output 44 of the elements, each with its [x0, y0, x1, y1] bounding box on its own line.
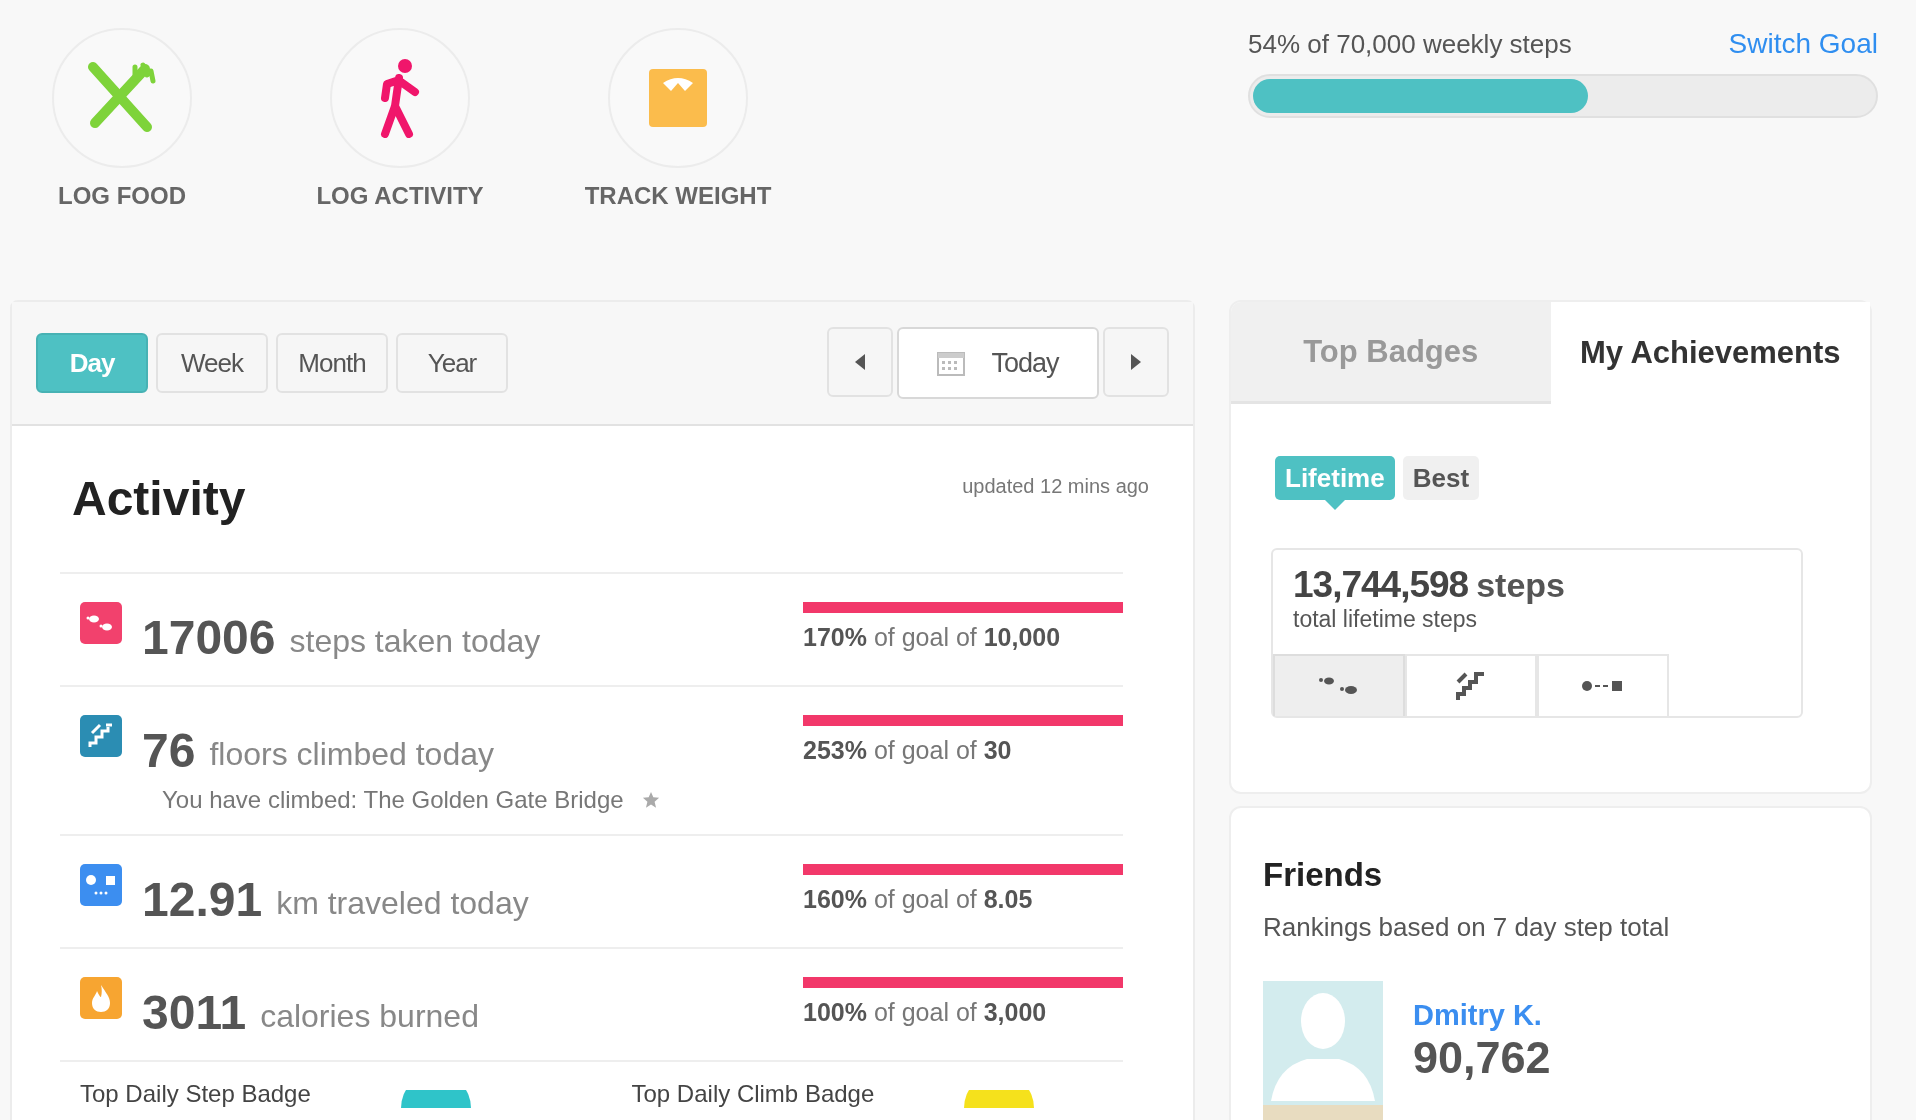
metric-tab[interactable] — [1405, 654, 1537, 716]
friend-steps: 90,762 — [1413, 1032, 1551, 1084]
activity-title: Activity — [72, 470, 246, 526]
climb-note: You have climbed: The Golden Gate Bridge — [162, 786, 624, 814]
metric-label: km traveled today — [276, 885, 529, 922]
updated-time: updated 12 mins ago — [962, 474, 1149, 498]
friends-title: Friends — [1263, 856, 1384, 894]
friends-subtitle: Rankings based on 7 day step total — [1263, 912, 1671, 943]
goal-text: 170% of goal of 10,000 — [803, 623, 1062, 652]
metric-label: steps taken today — [289, 623, 541, 660]
friend-name-link[interactable]: Dmitry K. — [1413, 999, 1551, 1032]
metric-value: 3011 — [142, 985, 247, 1040]
tab-pointer — [1324, 500, 1345, 510]
action-label: TRACK WEIGHT — [584, 182, 772, 210]
date-button[interactable]: Today — [897, 327, 1099, 399]
range-tab[interactable]: Week — [156, 333, 268, 393]
distance-icon — [1581, 679, 1625, 693]
goal-text: 160% of goal of 8.05 — [803, 885, 1034, 914]
metric-label: floors climbed today — [209, 736, 494, 773]
goal-text: 253% of goal of 30 — [803, 736, 1013, 765]
lifetime-steps-caption: total lifetime steps — [1292, 606, 1479, 633]
lifetime-steps-unit: steps — [1476, 566, 1565, 605]
range-tab[interactable]: Year — [396, 333, 508, 393]
right-arrow-icon — [1131, 354, 1141, 370]
badge-title: Top Daily Climb Badge — [631, 1080, 875, 1108]
left-arrow-icon — [855, 354, 865, 370]
scale-icon — [649, 69, 707, 127]
metric-tab[interactable] — [1537, 654, 1669, 716]
goal-text: 100% of goal of 3,000 — [803, 998, 1048, 1027]
metric-value: 17006 — [142, 610, 276, 665]
period-tab[interactable]: Best — [1402, 456, 1480, 500]
action-label: LOG ACTIVITY — [316, 182, 484, 210]
next-button[interactable] — [1103, 327, 1169, 397]
weekly-goal-text: 54% of 70,000 weekly steps — [1248, 29, 1572, 60]
badge-title: Top Daily Step Badge — [80, 1080, 311, 1108]
range-tab[interactable]: Month — [276, 333, 388, 393]
calendar-icon — [937, 350, 966, 376]
metric-value: 12.91 — [142, 872, 263, 927]
lifetime-steps-value: 13,744,598 — [1293, 564, 1469, 606]
previous-button[interactable] — [827, 327, 893, 397]
star-icon — [641, 791, 660, 809]
metric-value: 76 — [142, 723, 196, 778]
metric-label: calories burned — [260, 998, 479, 1035]
action-label: LOG FOOD — [58, 182, 186, 210]
